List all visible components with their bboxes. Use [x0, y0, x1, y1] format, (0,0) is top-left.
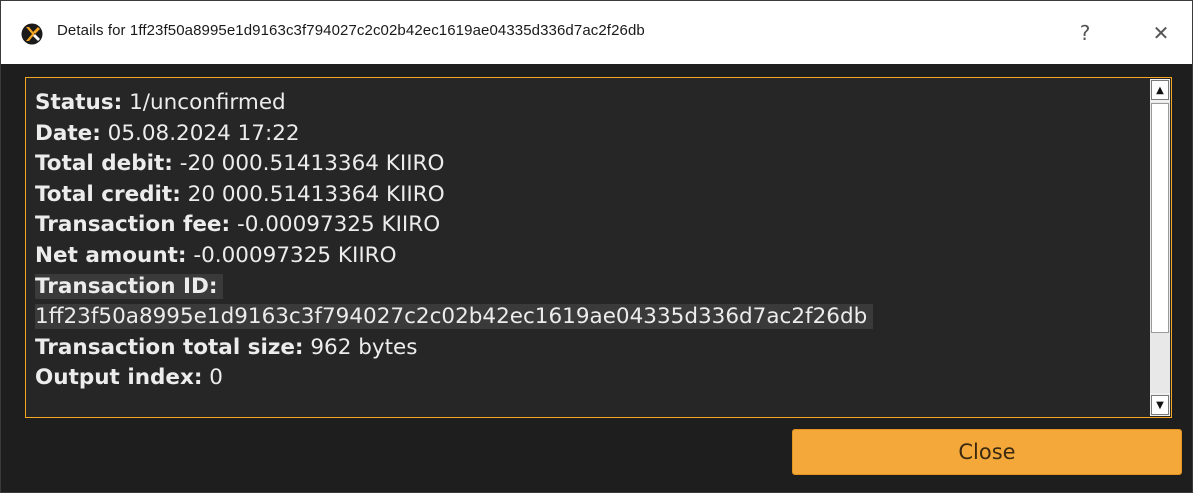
output-index-label: Output index:: [35, 365, 203, 391]
status-label: Status:: [35, 90, 123, 115]
total-credit-value: 20 000.51413364 KIIRO: [187, 181, 445, 207]
total-debit-line: Total debit: -20 000.51413364 KIIRO: [35, 149, 1145, 180]
total-credit-label: Total credit:: [35, 181, 181, 207]
status-value: 1/unconfirmed: [129, 90, 286, 115]
txid-label: Transaction ID:: [35, 273, 224, 299]
vertical-scrollbar[interactable]: ▲ ▼: [1150, 79, 1170, 416]
fee-label: Transaction fee:: [35, 212, 231, 238]
size-line: Transaction total size: 962 bytes: [35, 333, 1145, 364]
output-index-line: Output index: 0: [35, 363, 1145, 394]
close-button[interactable]: Close: [792, 429, 1182, 475]
total-credit-line: Total credit: 20 000.51413364 KIIRO: [35, 180, 1145, 211]
output-index-value: 0: [209, 365, 223, 391]
details-content: Status: 1/unconfirmed Date: 05.08.2024 1…: [35, 88, 1145, 408]
scroll-up-icon[interactable]: ▲: [1151, 80, 1169, 100]
kiirocoin-logo-icon: [21, 23, 43, 45]
txid-value-line: 1ff23f50a8995e1d9163c3f794027c2c02b42ec1…: [35, 302, 1145, 333]
txid-label-line: Transaction ID:: [35, 272, 1145, 303]
net-amount-value: -0.00097325 KIIRO: [193, 242, 397, 268]
size-label: Transaction total size:: [35, 334, 304, 360]
scroll-down-icon[interactable]: ▼: [1151, 395, 1169, 415]
txid-value[interactable]: 1ff23f50a8995e1d9163c3f794027c2c02b42ec1…: [35, 304, 874, 330]
date-line: Date: 05.08.2024 17:22: [35, 119, 1145, 150]
net-amount-label: Net amount:: [35, 242, 187, 268]
net-amount-line: Net amount: -0.00097325 KIIRO: [35, 241, 1145, 272]
help-button[interactable]: ?: [1063, 15, 1107, 51]
fee-value: -0.00097325 KIIRO: [236, 212, 441, 238]
total-debit-value: -20 000.51413364 KIIRO: [179, 151, 445, 177]
details-text-area[interactable]: Status: 1/unconfirmed Date: 05.08.2024 1…: [25, 77, 1172, 418]
window-title: Details for 1ff23f50a8995e1d9163c3f79402…: [57, 22, 645, 39]
date-label: Date:: [35, 120, 101, 146]
fee-line: Transaction fee: -0.00097325 KIIRO: [35, 210, 1145, 241]
transaction-details-window: Details for 1ff23f50a8995e1d9163c3f79402…: [0, 0, 1193, 493]
title-bar[interactable]: Details for 1ff23f50a8995e1d9163c3f79402…: [1, 1, 1192, 64]
total-debit-label: Total debit:: [35, 151, 173, 177]
status-line: Status: 1/unconfirmed: [35, 88, 1145, 119]
size-value: 962 bytes: [310, 334, 418, 360]
date-value: 05.08.2024 17:22: [107, 120, 300, 146]
close-window-icon[interactable]: ✕: [1139, 15, 1183, 51]
dialog-body: Status: 1/unconfirmed Date: 05.08.2024 1…: [1, 64, 1192, 492]
scroll-thumb[interactable]: [1151, 103, 1169, 333]
